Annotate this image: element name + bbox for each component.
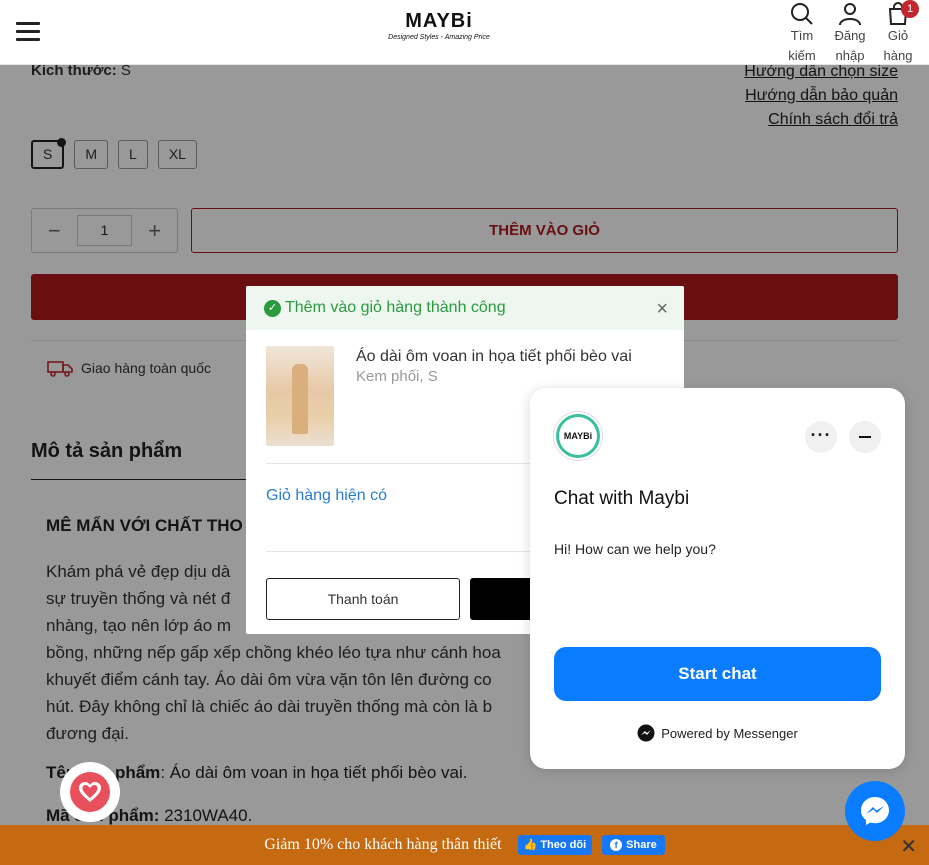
facebook-icon: f: [610, 839, 623, 851]
more-options-icon[interactable]: ···: [805, 421, 837, 453]
start-chat-button[interactable]: Start chat: [554, 647, 881, 701]
logo-tagline: Designed Styles - Amazing Price: [388, 34, 490, 41]
heart-icon: [70, 772, 110, 812]
checkout-button[interactable]: Thanh toán: [266, 578, 460, 620]
close-icon[interactable]: ✕: [900, 834, 917, 859]
check-circle-icon: ✓: [264, 299, 281, 317]
promo-text: Giảm 10% cho khách hàng thân thiết: [264, 836, 502, 853]
close-icon[interactable]: ×: [656, 298, 668, 321]
minimize-icon[interactable]: [849, 421, 881, 453]
cart-label-line1: Giỏ: [887, 28, 909, 43]
facebook-share-button[interactable]: f Share: [602, 835, 665, 855]
messenger-launcher-button[interactable]: [845, 781, 905, 841]
item-name[interactable]: Áo dài ôm voan in họa tiết phối bèo vai: [356, 348, 632, 366]
chat-greeting: Hi! How can we help you?: [554, 541, 716, 557]
page-avatar: MAYBi: [554, 412, 602, 460]
follow-label: Theo dõi: [540, 839, 587, 851]
login-button[interactable]: Đăng nhập: [829, 0, 871, 66]
brand-logo[interactable]: MAYBi Designed Styles - Amazing Price: [378, 10, 500, 41]
search-label-line1: Tìm: [790, 28, 814, 43]
login-label-line1: Đăng: [834, 28, 866, 43]
messenger-icon: [637, 724, 655, 742]
site-header: MAYBi Designed Styles - Amazing Price Tì…: [0, 0, 929, 65]
search-button[interactable]: Tìm kiếm: [781, 0, 823, 66]
thumbs-up-icon: 👍: [523, 839, 538, 851]
powered-by-text: Powered by Messenger: [661, 725, 798, 741]
cart-button[interactable]: 1 Giỏ hàng: [877, 0, 919, 66]
current-cart-link[interactable]: Giỏ hàng hiện có: [266, 487, 387, 505]
wishlist-button[interactable]: [60, 762, 120, 822]
user-icon: [839, 3, 861, 26]
item-variant: Kem phối, S: [356, 368, 438, 385]
promo-bar: Giảm 10% cho khách hàng thân thiết 👍 The…: [0, 825, 929, 865]
menu-icon[interactable]: [16, 22, 40, 42]
powered-by: Powered by Messenger: [530, 724, 905, 742]
cart-count-badge: 1: [901, 0, 919, 18]
chat-title: Chat with Maybi: [554, 488, 690, 509]
messenger-chat-widget: MAYBi ··· Chat with Maybi Hi! How can we…: [530, 388, 905, 769]
share-label: Share: [626, 839, 657, 851]
search-label-line2: kiếm: [788, 48, 816, 63]
popup-title: Thêm vào giỏ hàng thành công: [285, 299, 506, 316]
facebook-follow-button[interactable]: 👍 Theo dõi: [517, 835, 593, 855]
cart-label-line2: hàng: [883, 48, 913, 63]
product-thumbnail[interactable]: [266, 346, 334, 446]
page: MAYBi Designed Styles - Amazing Price Tì…: [0, 0, 929, 865]
messenger-icon: [861, 797, 889, 825]
login-label-line2: nhập: [835, 48, 865, 63]
search-icon: [791, 3, 813, 25]
avatar-logo-text: MAYBi: [559, 417, 597, 455]
popup-header: ✓ Thêm vào giỏ hàng thành công: [246, 286, 684, 330]
logo-text: MAYBi: [405, 10, 473, 32]
